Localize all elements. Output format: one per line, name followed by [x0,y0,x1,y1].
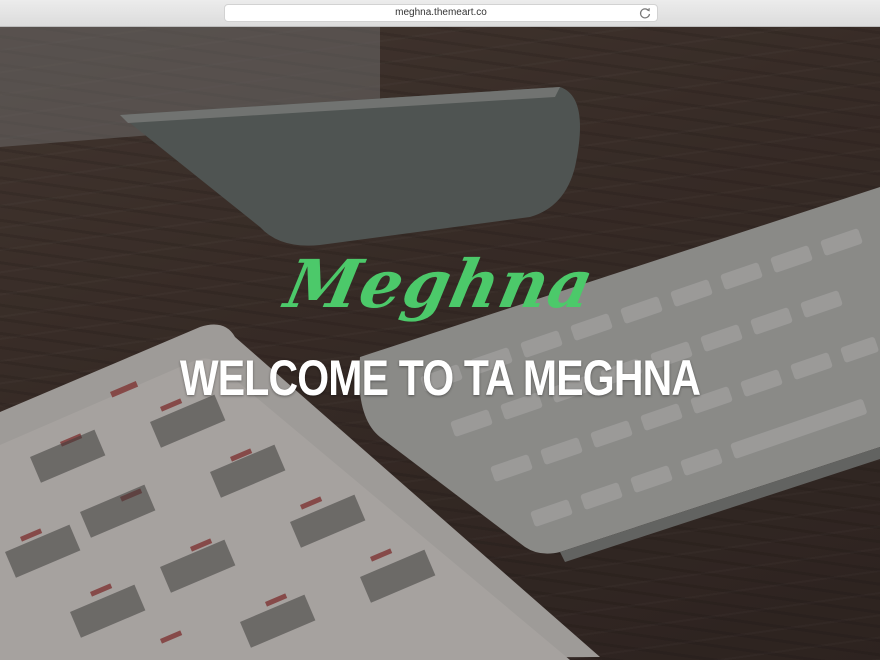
reload-icon[interactable] [638,6,652,20]
hero-overlay [0,27,880,660]
address-url: meghna.themeart.co [395,7,487,18]
hero-headline: WELCOME TO TA MEGHNA [179,350,701,406]
hero-section: Meghna WELCOME TO TA MEGHNA [0,27,880,660]
address-bar[interactable]: meghna.themeart.co [224,4,658,22]
brand-logo: Meghna [278,245,602,323]
browser-chrome: meghna.themeart.co [0,0,880,27]
